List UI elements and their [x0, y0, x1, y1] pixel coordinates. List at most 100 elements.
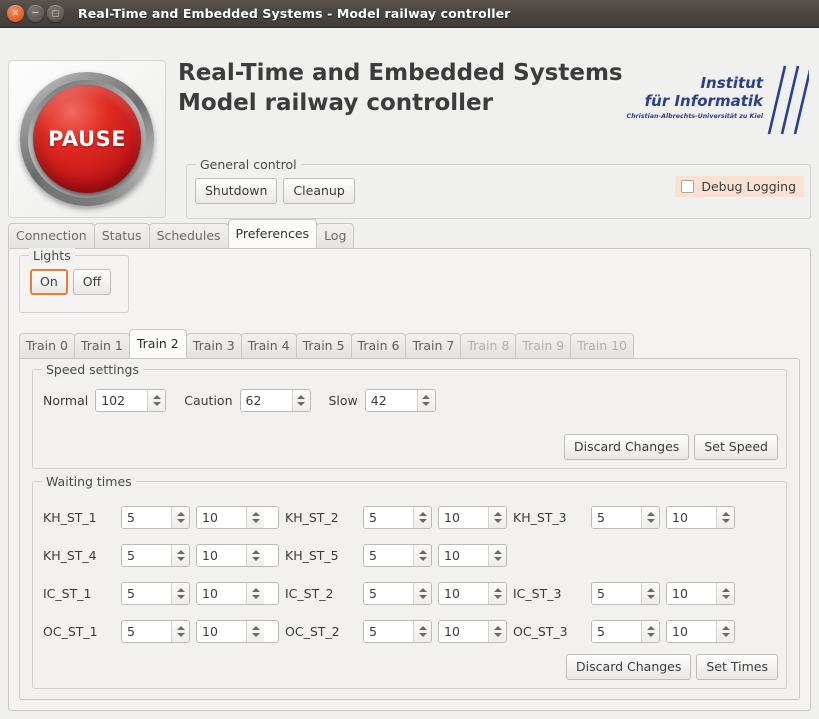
spinner-down-icon[interactable] — [493, 556, 502, 561]
spinner-up-icon[interactable] — [422, 395, 431, 399]
train-tab-5[interactable]: Train 5 — [295, 333, 352, 358]
waiting-kh-st-2-arrows-2[interactable] — [488, 506, 506, 528]
waiting-kh-st-4-spinner-1[interactable]: 5 — [121, 543, 190, 567]
waiting-kh-st-4-value-2[interactable]: 10 — [197, 544, 246, 566]
spinner-up-icon[interactable] — [646, 587, 655, 592]
spinner-down-icon[interactable] — [418, 518, 427, 523]
spinner-up-icon[interactable] — [251, 549, 260, 554]
spinner-down-icon[interactable] — [176, 594, 185, 599]
waiting-oc-st-1-value-1[interactable]: 5 — [122, 620, 171, 642]
waiting-oc-st-3-value-2[interactable]: 10 — [667, 620, 716, 642]
waiting-kh-st-5-value-2[interactable]: 10 — [439, 544, 488, 566]
train-tab-2[interactable]: Train 2 — [128, 329, 187, 358]
waiting-ic-st-3-value-1[interactable]: 5 — [592, 582, 641, 604]
waiting-kh-st-1-value-2[interactable]: 10 — [197, 506, 246, 528]
spinner-up-icon[interactable] — [721, 587, 730, 592]
waiting-oc-st-2-spinner-1[interactable]: 5 — [363, 619, 432, 643]
waiting-kh-st-2-value-2[interactable]: 10 — [439, 506, 488, 528]
waiting-kh-st-4-value-1[interactable]: 5 — [122, 544, 171, 566]
train-tab-6[interactable]: Train 6 — [350, 333, 407, 358]
waiting-kh-st-4-spinner-2[interactable]: 10 — [196, 543, 279, 567]
train-tab-0[interactable]: Train 0 — [19, 333, 75, 358]
spinner-up-icon[interactable] — [493, 625, 502, 630]
waiting-oc-st-3-arrows-2[interactable] — [716, 620, 734, 642]
waiting-kh-st-3-arrows-1[interactable] — [641, 506, 659, 528]
spinner-down-icon[interactable] — [251, 632, 260, 637]
normal-speed-value[interactable]: 102 — [96, 390, 148, 411]
shutdown-button[interactable]: Shutdown — [195, 178, 278, 204]
spinner-up-icon[interactable] — [297, 395, 305, 399]
waiting-ic-st-3-arrows-2[interactable] — [716, 582, 734, 604]
spinner-up-icon[interactable] — [176, 625, 185, 630]
spinner-down-icon[interactable] — [493, 518, 502, 523]
spinner-down-icon[interactable] — [646, 594, 655, 599]
waiting-oc-st-2-arrows-2[interactable] — [488, 620, 506, 642]
waiting-oc-st-3-arrows-1[interactable] — [641, 620, 659, 642]
waiting-kh-st-1-value-1[interactable]: 5 — [122, 506, 171, 528]
pause-button[interactable]: PAUSE — [20, 72, 154, 206]
waiting-kh-st-5-arrows-2[interactable] — [488, 544, 506, 566]
spinner-down-icon[interactable] — [176, 632, 185, 637]
normal-speed-arrows[interactable] — [147, 390, 166, 411]
waiting-ic-st-3-spinner-1[interactable]: 5 — [591, 581, 660, 605]
waiting-kh-st-2-spinner-2[interactable]: 10 — [438, 505, 507, 529]
waiting-oc-st-3-spinner-2[interactable]: 10 — [666, 619, 735, 643]
tab-status[interactable]: Status — [93, 223, 150, 248]
waiting-oc-st-1-spinner-1[interactable]: 5 — [121, 619, 190, 643]
waiting-kh-st-2-arrows-1[interactable] — [413, 506, 431, 528]
spinner-up-icon[interactable] — [646, 511, 655, 516]
waiting-oc-st-1-spinner-2[interactable]: 10 — [196, 619, 279, 643]
waiting-oc-st-2-arrows-1[interactable] — [413, 620, 431, 642]
waiting-kh-st-4-arrows-2[interactable] — [246, 544, 264, 566]
spinner-up-icon[interactable] — [251, 587, 260, 592]
tab-preferences[interactable]: Preferences — [227, 219, 318, 248]
normal-speed-spinner[interactable]: 102 — [95, 389, 167, 412]
waiting-ic-st-3-arrows-1[interactable] — [641, 582, 659, 604]
train-tab-4[interactable]: Train 4 — [240, 333, 297, 358]
waiting-oc-st-1-arrows-2[interactable] — [246, 620, 264, 642]
caution-speed-arrows[interactable] — [291, 390, 310, 411]
spinner-down-icon[interactable] — [297, 402, 305, 406]
waiting-ic-st-3-spinner-2[interactable]: 10 — [666, 581, 735, 605]
waiting-kh-st-3-spinner-1[interactable]: 5 — [591, 505, 660, 529]
spinner-down-icon[interactable] — [646, 518, 655, 523]
waiting-kh-st-4-arrows-1[interactable] — [171, 544, 189, 566]
waiting-oc-st-2-value-1[interactable]: 5 — [364, 620, 413, 642]
waiting-ic-st-1-arrows-2[interactable] — [246, 582, 264, 604]
train-tab-7[interactable]: Train 7 — [405, 333, 462, 358]
waiting-kh-st-5-arrows-1[interactable] — [413, 544, 431, 566]
minimize-icon[interactable]: − — [27, 5, 44, 22]
close-icon[interactable]: × — [7, 5, 24, 22]
waiting-ic-st-2-value-1[interactable]: 5 — [364, 582, 413, 604]
spinner-up-icon[interactable] — [418, 625, 427, 630]
waiting-kh-st-5-spinner-1[interactable]: 5 — [363, 543, 432, 567]
spinner-up-icon[interactable] — [251, 511, 260, 516]
waiting-ic-st-1-spinner-1[interactable]: 5 — [121, 581, 190, 605]
spinner-up-icon[interactable] — [176, 511, 185, 516]
cleanup-button[interactable]: Cleanup — [283, 178, 355, 204]
spinner-down-icon[interactable] — [176, 556, 185, 561]
spinner-up-icon[interactable] — [493, 511, 502, 516]
speed-discard-changes-button[interactable]: Discard Changes — [563, 434, 690, 460]
waiting-ic-st-2-value-2[interactable]: 10 — [439, 582, 488, 604]
lights-off-button[interactable]: Off — [72, 269, 112, 295]
train-tab-1[interactable]: Train 1 — [73, 333, 130, 358]
waiting-kh-st-1-arrows-1[interactable] — [171, 506, 189, 528]
waiting-ic-st-2-arrows-1[interactable] — [413, 582, 431, 604]
set-times-button[interactable]: Set Times — [696, 654, 778, 680]
spinner-up-icon[interactable] — [721, 511, 730, 516]
waiting-ic-st-1-value-1[interactable]: 5 — [122, 582, 171, 604]
slow-speed-arrows[interactable] — [416, 390, 435, 411]
waiting-oc-st-1-arrows-1[interactable] — [171, 620, 189, 642]
spinner-down-icon[interactable] — [251, 556, 260, 561]
spinner-down-icon[interactable] — [418, 632, 427, 637]
waiting-ic-st-3-value-2[interactable]: 10 — [667, 582, 716, 604]
caution-speed-value[interactable]: 62 — [240, 390, 292, 411]
spinner-down-icon[interactable] — [152, 402, 161, 406]
waiting-kh-st-1-arrows-2[interactable] — [246, 506, 264, 528]
debug-logging-checkbox-box[interactable] — [681, 180, 695, 193]
spinner-up-icon[interactable] — [646, 625, 655, 630]
waiting-ic-st-2-spinner-2[interactable]: 10 — [438, 581, 507, 605]
tab-log[interactable]: Log — [316, 223, 355, 248]
tab-connection[interactable]: Connection — [8, 223, 95, 248]
